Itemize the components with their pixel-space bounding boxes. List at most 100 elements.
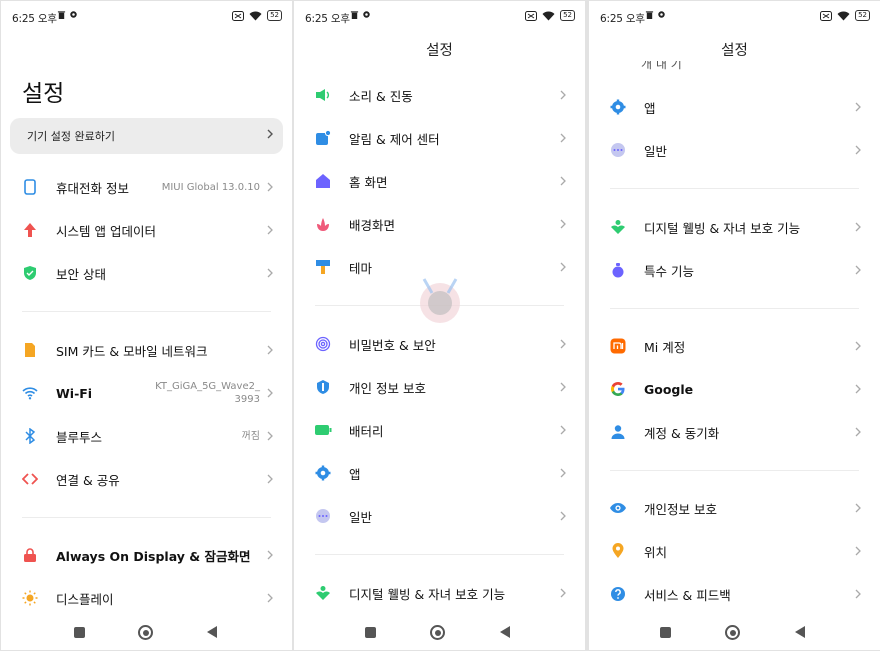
settings-item-digital-wellbeing[interactable]: 디지털 웰빙 & 자녀 보호 기능 (589, 207, 880, 247)
screenshot-canvas: 6:25 오후 52 설정 기기 설정 완료하기 휴대전화 정보 MIUI Gl… (0, 0, 880, 651)
settings-item-phone-info[interactable]: 휴대전화 정보 MIUI Global 13.0.10 (1, 167, 292, 207)
chevron-right-icon (267, 550, 273, 560)
settings-item-google[interactable]: Google (589, 369, 880, 409)
item-label: 비밀번호 & 보안 (349, 337, 436, 353)
recents-button[interactable] (365, 627, 376, 638)
item-label: 블루투스 (56, 429, 103, 445)
nav-bar (589, 618, 880, 650)
settings-item-security-status[interactable]: 보안 상태 (1, 253, 292, 293)
item-label: 일반 (644, 143, 668, 159)
settings-item-wifi[interactable]: Wi-Fi KT_GiGA_5G_Wave2_ 3993 (1, 373, 292, 413)
divider (22, 517, 271, 518)
back-button[interactable] (207, 626, 217, 638)
item-label: 홈 화면 (349, 174, 388, 190)
item-label: 앱 (349, 466, 361, 482)
item-label: 소리 & 진동 (349, 88, 413, 104)
chevron-right-icon (267, 268, 273, 278)
wifi-ssid-line2: 3993 (234, 394, 260, 405)
privacy-shield-icon (314, 378, 332, 396)
divider (610, 470, 859, 471)
settings-item-notifications[interactable]: 알림 & 제어 센터 (294, 118, 585, 158)
chevron-right-icon (855, 503, 861, 513)
wifi-ssid-line1: KT_GiGA_5G_Wave2_ (155, 381, 260, 392)
chevron-right-icon (560, 90, 566, 100)
settings-screen-bottom: 6:25 오후 52 설정 개 내 기 앱 일반 디지털 웰빙 & 자녀 보호 … (589, 1, 880, 650)
chevron-right-icon (855, 265, 861, 275)
chevron-right-icon (560, 511, 566, 521)
settings-item-privacy-protection[interactable]: 개인정보 보호 (589, 488, 880, 528)
chevron-right-icon (855, 102, 861, 112)
settings-item-aod-lockscreen[interactable]: Always On Display & 잠금화면 (1, 535, 292, 575)
item-label: 디지털 웰빙 & 자녀 보호 기능 (349, 586, 506, 602)
settings-item-digital-wellbeing[interactable]: 디지털 웰빙 & 자녀 보호 기능 (294, 573, 585, 613)
lock-icon (21, 546, 39, 564)
item-label: 디스플레이 (56, 591, 114, 607)
chevron-right-icon (560, 382, 566, 392)
back-button[interactable] (795, 626, 805, 638)
item-label: Wi-Fi (56, 385, 93, 401)
settings-item-sound-vibration[interactable]: 소리 & 진동 (294, 75, 585, 115)
help-icon (609, 585, 627, 603)
recents-button[interactable] (74, 627, 85, 638)
settings-item-accounts-sync[interactable]: 계정 & 동기화 (589, 412, 880, 452)
settings-item-privacy[interactable]: 개인 정보 보호 (294, 367, 585, 407)
item-label: 개인 정보 보호 (349, 380, 426, 396)
settings-item-service-feedback[interactable]: 서비스 & 피드백 (589, 574, 880, 614)
settings-item-apps[interactable]: 앱 (589, 87, 880, 127)
wifi-icon (249, 11, 262, 20)
settings-item-bluetooth[interactable]: 블루투스 꺼짐 (1, 416, 292, 456)
settings-item-battery[interactable]: 배터리 (294, 410, 585, 450)
gear-icon (658, 11, 665, 18)
home-button[interactable] (138, 625, 153, 640)
chevron-right-icon (267, 388, 273, 398)
chevron-right-icon (560, 133, 566, 143)
chevron-right-icon (560, 339, 566, 349)
status-time: 6:25 오후 (305, 13, 350, 25)
settings-item-home-screen[interactable]: 홈 화면 (294, 161, 585, 201)
settings-screen-main: 6:25 오후 52 설정 기기 설정 완료하기 휴대전화 정보 MIUI Gl… (1, 1, 292, 650)
back-button[interactable] (500, 626, 510, 638)
item-label: SIM 카드 & 모바일 네트워크 (56, 343, 208, 359)
status-bar: 6:25 오후 52 (589, 1, 880, 31)
device-setup-banner[interactable]: 기기 설정 완료하기 (10, 118, 283, 154)
home-button[interactable] (430, 625, 445, 640)
item-label: 계정 & 동기화 (644, 425, 720, 441)
status-bar: 6:25 오후 52 (1, 1, 292, 31)
chevron-right-icon (855, 222, 861, 232)
phone-icon (21, 178, 39, 196)
chevron-right-icon (855, 589, 861, 599)
recents-button[interactable] (660, 627, 671, 638)
sim-card-icon (21, 341, 39, 359)
settings-item-wallpaper[interactable]: 배경화면 (294, 204, 585, 244)
settings-item-general[interactable]: 일반 (294, 496, 585, 536)
settings-item-connection-sharing[interactable]: 연결 & 공유 (1, 459, 292, 499)
mi-logo-icon (609, 337, 627, 355)
item-label: Always On Display & 잠금화면 (56, 548, 251, 564)
item-label: 배경화면 (349, 217, 396, 233)
status-bar: 6:25 오후 52 (294, 1, 585, 31)
chevron-right-icon (560, 219, 566, 229)
bluetooth-icon (21, 427, 39, 445)
item-label: 시스템 앱 업데이터 (56, 223, 156, 239)
settings-item-display[interactable]: 디스플레이 (1, 578, 292, 618)
settings-item-location[interactable]: 위치 (589, 531, 880, 571)
item-label: 서비스 & 피드백 (644, 587, 731, 603)
battery-indicator: 52 (560, 10, 575, 21)
watermark-logo (420, 278, 460, 323)
settings-item-general[interactable]: 일반 (589, 130, 880, 170)
settings-item-sim-network[interactable]: SIM 카드 & 모바일 네트워크 (1, 330, 292, 370)
location-pin-icon (609, 542, 627, 560)
settings-item-password-security[interactable]: 비밀번호 & 보안 (294, 324, 585, 364)
chevron-right-icon (560, 588, 566, 598)
settings-item-apps[interactable]: 앱 (294, 453, 585, 493)
page-title: 설정 (22, 81, 65, 107)
flower-icon (314, 215, 332, 233)
settings-item-system-app-updater[interactable]: 시스템 앱 업데이터 (1, 210, 292, 250)
settings-item-accessibility[interactable]: 특수 기능 (589, 250, 880, 290)
home-button[interactable] (725, 625, 740, 640)
battery-indicator: 52 (267, 10, 282, 21)
settings-item-mi-account[interactable]: Mi 계정 (589, 326, 880, 366)
item-label: 알림 & 제어 센터 (349, 131, 440, 147)
item-label: 특수 기능 (644, 263, 694, 279)
page-title: 설정 (426, 43, 453, 59)
